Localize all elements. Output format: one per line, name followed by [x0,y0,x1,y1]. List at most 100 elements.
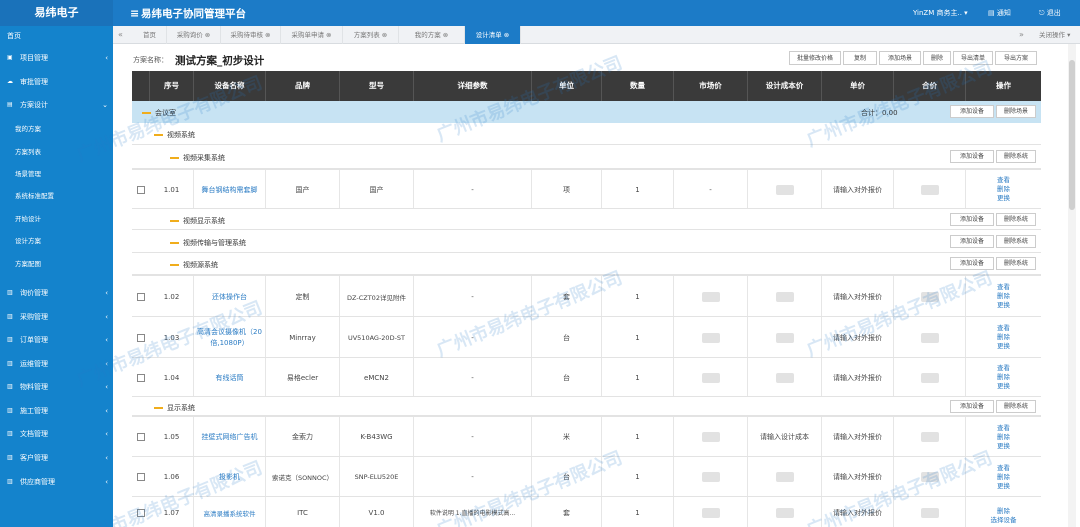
qty-cell[interactable]: 1 [602,457,674,497]
close-operations-dropdown[interactable]: 关闭操作 ▾ [1039,26,1070,44]
sidebar-sub-design-plan[interactable]: 设计方案 [15,231,41,251]
qty-cell[interactable]: 1 [602,276,674,317]
tab-plan-list[interactable]: 方案列表 ⊗ [343,26,399,44]
user-menu[interactable]: YinZM 商务主.. ▾ [913,8,968,18]
qty-cell[interactable]: 1 [602,170,674,209]
price-input[interactable]: 请输入对外报价 [822,317,894,358]
qty-cell[interactable]: 1 [602,317,674,358]
scene-add-device-button[interactable]: 添加设备 [950,105,994,118]
device-name-link[interactable]: 还体操作台 [194,276,266,317]
row-checkbox[interactable] [137,373,145,382]
sidebar-item-purchase[interactable]: ▥ 采购管理 ‹ [0,307,113,327]
replace-link[interactable]: 更换 [997,342,1010,351]
sidebar-sub-scene[interactable]: 场景管理 [15,164,41,184]
device-name-link[interactable]: 挂壁式网络广告机 [194,417,266,457]
row-checkbox[interactable] [137,508,145,517]
delete-system-button[interactable]: 删除系统 [996,400,1036,413]
add-device-button[interactable]: 添加设备 [950,400,994,413]
view-link[interactable]: 查看 [997,424,1010,433]
delete-system-button[interactable]: 删除系统 [996,150,1036,163]
design-cost-cell[interactable] [748,358,822,397]
view-link[interactable]: 查看 [997,283,1010,292]
export-plan-button[interactable]: 导出方案 [995,51,1037,65]
add-device-button[interactable]: 添加设备 [950,150,994,163]
sidebar-sub-plan-diagram[interactable]: 方案配图 [15,254,41,274]
delete-link[interactable]: 删除 [997,333,1010,342]
replace-link[interactable]: 更换 [997,482,1010,491]
row-checkbox[interactable] [137,185,145,194]
price-input[interactable]: 请输入对外报价 [822,457,894,497]
tab-prev-icon[interactable]: « [118,26,123,44]
tab-purchase-request[interactable]: 采购单申请 ⊗ [281,26,343,44]
copy-button[interactable]: 复制 [843,51,877,65]
row-checkbox[interactable] [137,292,145,301]
row-checkbox[interactable] [137,433,145,441]
delete-system-button[interactable]: 删除系统 [996,235,1036,248]
qty-cell[interactable]: 1 [602,358,674,397]
row-checkbox[interactable] [137,473,145,481]
export-list-button[interactable]: 导出清单 [953,51,993,65]
price-input[interactable]: 请输入对外报价 [822,170,894,209]
design-cost-cell[interactable] [748,170,822,209]
row-checkbox[interactable] [137,333,145,342]
add-device-button[interactable]: 添加设备 [950,257,994,270]
tab-my-plans[interactable]: 我的方案 ⊗ [399,26,465,44]
sidebar-item-supplier[interactable]: ▥ 供应商管理 ‹ [0,472,113,492]
delete-scene-button[interactable]: 删除场景 [996,105,1036,118]
sidebar-item-construction[interactable]: ▥ 施工管理 ‹ [0,401,113,421]
sidebar-item-approval[interactable]: ☁ 审批管理 [0,72,113,92]
price-input[interactable]: 请输入对外报价 [822,276,894,317]
delete-system-button[interactable]: 删除系统 [996,213,1036,226]
add-device-button[interactable]: 添加设备 [950,213,994,226]
delete-button[interactable]: 删除 [923,51,951,65]
view-link[interactable]: 查看 [997,464,1010,473]
price-input[interactable]: 请输入对外报价 [822,358,894,397]
view-link[interactable]: 查看 [997,176,1010,185]
design-cost-cell[interactable] [748,497,822,527]
sidebar-item-project[interactable]: ▣ 项目管理 ‹ [0,48,113,68]
add-device-button[interactable]: 添加设备 [950,235,994,248]
replace-link[interactable]: 更换 [997,382,1010,391]
sidebar-sub-plan-list[interactable]: 方案列表 [15,142,41,162]
sidebar-sub-my-plans[interactable]: 我的方案 [15,119,41,139]
sidebar-sub-start-design[interactable]: 开始设计 [15,209,41,229]
replace-link[interactable]: 更换 [997,301,1010,310]
delete-system-button[interactable]: 删除系统 [996,257,1036,270]
notice-link[interactable]: ▤ 通知 [988,8,1011,18]
sidebar-item-document[interactable]: ▥ 文档管理 ‹ [0,424,113,444]
design-cost-cell[interactable] [748,457,822,497]
view-link[interactable]: 查看 [997,324,1010,333]
tab-purchase-review[interactable]: 采购待审核 ⊗ [221,26,281,44]
tab-next-icon[interactable]: » [1019,26,1024,44]
delete-link[interactable]: 删除 [997,473,1010,482]
sidebar-item-ops[interactable]: ▥ 运维管理 ‹ [0,354,113,374]
sidebar-item-inquiry[interactable]: ▥ 询价管理 ‹ [0,283,113,303]
tab-purchase-inquiry[interactable]: 采购询价 ⊗ [167,26,221,44]
qty-cell[interactable]: 1 [602,417,674,457]
delete-link[interactable]: 删除 [997,373,1010,382]
delete-link[interactable]: 删除 [997,292,1010,301]
device-name-link[interactable]: 高清录播系统软件 [194,497,266,527]
device-name-link[interactable]: 舞台钢结构需套脚 [194,170,266,209]
delete-link[interactable]: 删除 [997,185,1010,194]
design-cost-input[interactable]: 请输入设计成本 [748,417,822,457]
batch-edit-price-button[interactable]: 批量修改价格 [789,51,841,65]
tab-design-list[interactable]: 设计清单 ⊗ [465,26,521,44]
scrollbar-thumb[interactable] [1069,60,1075,210]
qty-cell[interactable]: 1 [602,497,674,527]
device-name-link[interactable]: 投影机 [194,457,266,497]
select-device-link[interactable]: 选择设备 [991,516,1017,525]
replace-link[interactable]: 更换 [997,194,1010,203]
sidebar-item-home[interactable]: 首页 [0,26,113,46]
view-link[interactable]: 查看 [997,364,1010,373]
sidebar-item-material[interactable]: ▥ 物料管理 ‹ [0,377,113,397]
device-name-link[interactable]: 高清会议摄像机（20倍,1080P） [194,317,266,358]
delete-link[interactable]: 删除 [997,507,1010,516]
price-input[interactable]: 请输入对外报价 [822,417,894,457]
replace-link[interactable]: 更换 [997,442,1010,451]
sidebar-item-order[interactable]: ▥ 订单管理 ‹ [0,330,113,350]
sidebar-item-customer[interactable]: ▥ 客户管理 ‹ [0,448,113,468]
delete-link[interactable]: 删除 [997,433,1010,442]
sidebar-item-design[interactable]: ▤ 方案设计 ⌄ [0,95,113,115]
price-input[interactable]: 请输入对外报价 [822,497,894,527]
